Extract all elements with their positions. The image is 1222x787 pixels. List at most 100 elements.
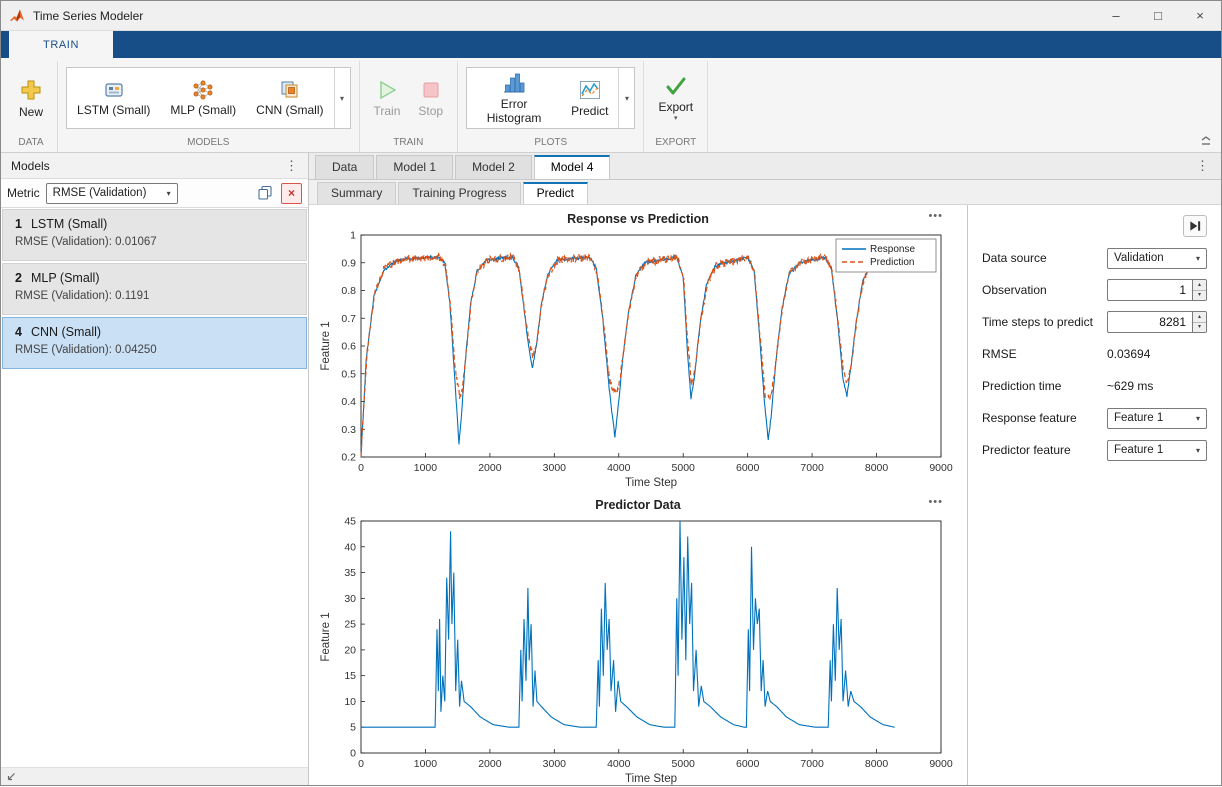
tab-model-2[interactable]: Model 2	[455, 155, 532, 179]
collapse-panel-button[interactable]	[1183, 215, 1207, 237]
svg-text:Feature 1: Feature 1	[320, 612, 332, 661]
time-steps-spinbox: ▴ ▾	[1107, 311, 1207, 333]
caret-down-icon: ▾	[1196, 446, 1200, 455]
svg-text:9000: 9000	[929, 462, 953, 474]
tab-predict[interactable]: Predict	[523, 182, 588, 204]
new-button[interactable]: New	[13, 76, 49, 121]
section-label-export: EXPORT	[652, 135, 699, 152]
response-feature-dropdown[interactable]: Feature 1 ▾	[1107, 408, 1207, 429]
export-button[interactable]: Export ▾	[652, 73, 699, 123]
tab-summary[interactable]: Summary	[317, 182, 396, 204]
svg-text:2000: 2000	[478, 758, 502, 770]
window-controls: – □ ×	[1095, 1, 1221, 30]
spinner-down-button[interactable]: ▾	[1193, 291, 1206, 301]
response-feature-value: Feature 1	[1114, 412, 1163, 424]
plots-gallery-dropdown[interactable]: ▾	[618, 68, 634, 128]
predictor-feature-row: Predictor feature Feature 1 ▾	[982, 439, 1207, 461]
models-panel-header: Models ⋮	[1, 153, 308, 179]
tab-training-progress[interactable]: Training Progress	[398, 182, 520, 204]
data-source-label: Data source	[982, 251, 1047, 265]
svg-text:0: 0	[358, 462, 364, 474]
section-export: Export ▾ EXPORT	[644, 61, 708, 152]
gallery-item-error-histogram[interactable]: Error Histogram	[467, 68, 561, 128]
ribbon-collapse-button[interactable]	[1197, 134, 1215, 148]
metric-dropdown-value: RMSE (Validation)	[53, 187, 147, 199]
chart-menu-button[interactable]: •••	[928, 496, 943, 508]
document-area: Data Model 1 Model 2 Model 4 ⋮ Summary T…	[309, 153, 1221, 785]
svg-text:0.8: 0.8	[341, 285, 356, 297]
minimize-button[interactable]: –	[1095, 1, 1137, 30]
tab-model-1[interactable]: Model 1	[376, 155, 453, 179]
svg-text:3000: 3000	[543, 462, 567, 474]
model-metric: RMSE (Validation): 0.04250	[15, 344, 296, 356]
models-gallery-dropdown[interactable]: ▾	[334, 68, 350, 128]
models-panel-title: Models	[11, 159, 50, 173]
svg-text:1000: 1000	[414, 462, 438, 474]
spinner-up-button[interactable]: ▴	[1193, 312, 1206, 323]
model-list-item-selected[interactable]: 4CNN (Small) RMSE (Validation): 0.04250	[2, 317, 307, 369]
predictor-feature-dropdown[interactable]: Feature 1 ▾	[1107, 440, 1207, 461]
window-title: Time Series Modeler	[33, 9, 143, 23]
svg-text:8000: 8000	[865, 462, 889, 474]
close-button[interactable]: ×	[1179, 1, 1221, 30]
svg-text:4000: 4000	[607, 462, 631, 474]
time-steps-spinner: ▴ ▾	[1192, 311, 1207, 333]
app-window: Time Series Modeler – □ × TRAIN New DATA	[0, 0, 1222, 786]
maximize-button[interactable]: □	[1137, 1, 1179, 30]
svg-text:30: 30	[344, 593, 356, 605]
observation-label: Observation	[982, 283, 1047, 297]
svg-text:0.3: 0.3	[341, 424, 356, 436]
gallery-item-label: Error Histogram	[477, 98, 551, 126]
gallery-item-cnn[interactable]: CNN (Small)	[246, 68, 333, 128]
tab-data[interactable]: Data	[315, 155, 374, 179]
spinner-down-button[interactable]: ▾	[1193, 323, 1206, 333]
new-button-label: New	[19, 105, 43, 119]
lstm-icon	[103, 79, 125, 101]
caret-down-icon: ▾	[625, 94, 629, 103]
svg-text:Time Step: Time Step	[625, 773, 677, 785]
prediction-time-row: Prediction time ~629 ms	[982, 375, 1207, 397]
delete-model-button[interactable]: ×	[281, 183, 302, 204]
svg-text:1: 1	[350, 230, 356, 242]
models-panel-menu-button[interactable]: ⋮	[285, 158, 298, 174]
chart-menu-button[interactable]: •••	[928, 210, 943, 222]
duplicate-model-button[interactable]	[254, 183, 275, 204]
dock-panel-button[interactable]	[5, 771, 17, 783]
tab-model-4[interactable]: Model 4	[534, 155, 611, 179]
time-steps-input[interactable]	[1107, 311, 1192, 333]
model-list-item[interactable]: 1LSTM (Small) RMSE (Validation): 0.01067	[2, 209, 307, 261]
gallery-item-predict[interactable]: Predict	[561, 68, 618, 128]
gallery-item-lstm[interactable]: LSTM (Small)	[67, 68, 160, 128]
gallery-item-label: MLP (Small)	[170, 104, 236, 118]
skip-to-end-icon	[1188, 219, 1202, 233]
stop-button[interactable]: Stop	[412, 77, 449, 120]
export-button-label: Export	[658, 100, 693, 114]
observation-input[interactable]	[1107, 279, 1192, 301]
svg-text:0.7: 0.7	[341, 313, 356, 325]
ribbon-tab-train[interactable]: TRAIN	[9, 31, 113, 58]
model-list-item[interactable]: 2MLP (Small) RMSE (Validation): 0.1191	[2, 263, 307, 315]
spinner-up-button[interactable]: ▴	[1193, 280, 1206, 291]
mlp-icon	[192, 79, 214, 101]
charts-area: Response vs Prediction ••• 0100020003000…	[309, 205, 967, 785]
gallery-item-mlp[interactable]: MLP (Small)	[160, 68, 246, 128]
model-number: 1	[15, 217, 22, 231]
svg-text:4000: 4000	[607, 758, 631, 770]
train-button[interactable]: Train	[368, 77, 407, 120]
cnn-icon	[279, 79, 301, 101]
metric-dropdown[interactable]: RMSE (Validation) ▾	[46, 183, 178, 204]
svg-text:Time Step: Time Step	[625, 477, 677, 489]
document-tabs-menu-button[interactable]: ⋮	[1190, 158, 1215, 174]
svg-text:45: 45	[344, 516, 356, 528]
view-tab-strip: Summary Training Progress Predict	[309, 180, 1221, 205]
model-number: 2	[15, 271, 22, 285]
time-steps-row: Time steps to predict ▴ ▾	[982, 311, 1207, 333]
data-source-dropdown[interactable]: Validation ▾	[1107, 248, 1207, 269]
svg-text:6000: 6000	[736, 758, 760, 770]
titlebar: Time Series Modeler – □ ×	[1, 1, 1221, 31]
svg-text:Feature 1: Feature 1	[320, 321, 332, 370]
caret-down-icon: ▾	[340, 94, 344, 103]
data-source-value: Validation	[1114, 252, 1164, 264]
section-plots: Error Histogram Predict ▾ PL	[458, 61, 644, 152]
svg-text:0: 0	[358, 758, 364, 770]
